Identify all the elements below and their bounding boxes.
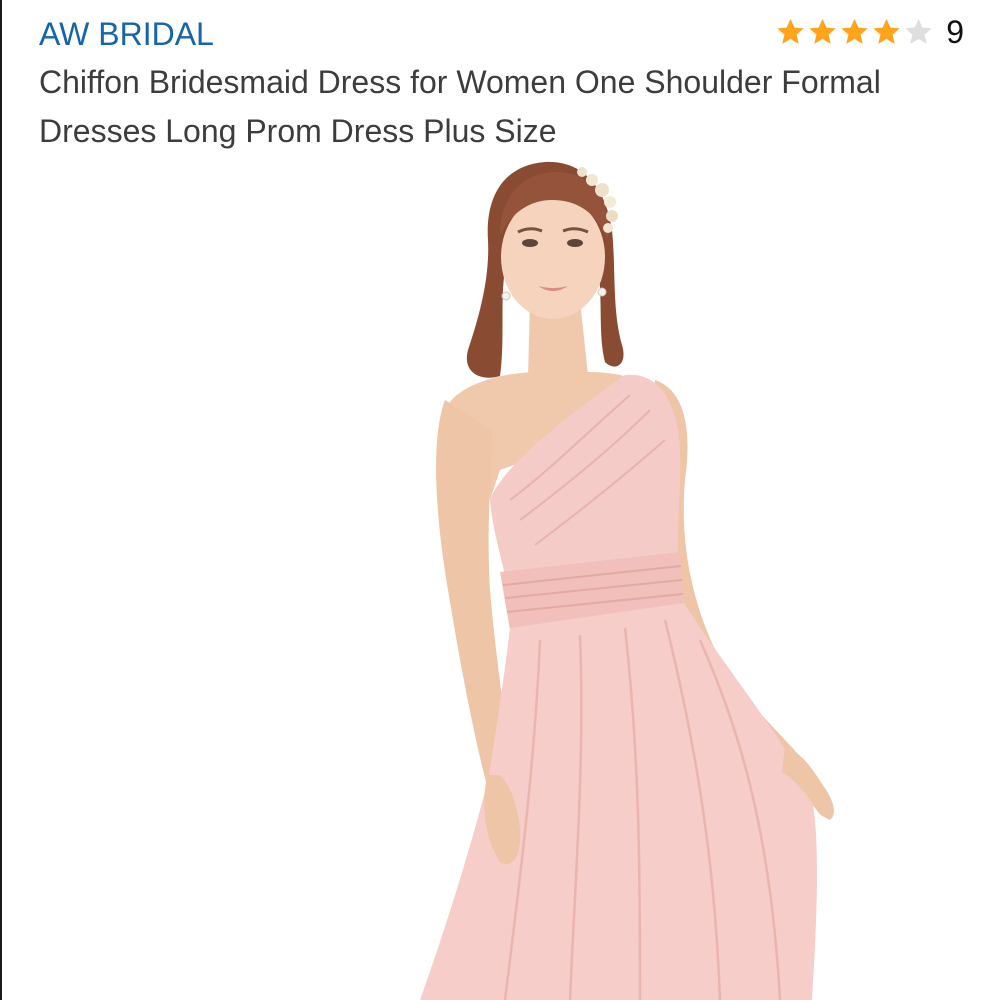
star-filled-icon bbox=[777, 18, 804, 44]
product-header: AW BRIDAL 9 bbox=[39, 10, 964, 55]
right-earring bbox=[597, 287, 607, 297]
star-filled-icon bbox=[841, 18, 868, 44]
rating-summary[interactable]: 9 bbox=[775, 12, 964, 52]
face bbox=[501, 195, 605, 319]
star-filled-icon bbox=[809, 18, 836, 44]
left-earring bbox=[501, 291, 511, 301]
rating-count: 9 bbox=[946, 14, 964, 50]
product-image[interactable] bbox=[330, 150, 890, 1000]
brand-link[interactable]: AW BRIDAL bbox=[39, 14, 214, 54]
star-filled-icon bbox=[873, 18, 900, 44]
star-rating bbox=[775, 17, 934, 47]
right-eye bbox=[567, 239, 583, 247]
product-title[interactable]: Chiffon Bridesmaid Dress for Women One S… bbox=[39, 58, 969, 156]
star-empty-icon bbox=[905, 18, 932, 44]
left-edge-divider bbox=[0, 0, 2, 1000]
left-eye bbox=[522, 239, 538, 247]
